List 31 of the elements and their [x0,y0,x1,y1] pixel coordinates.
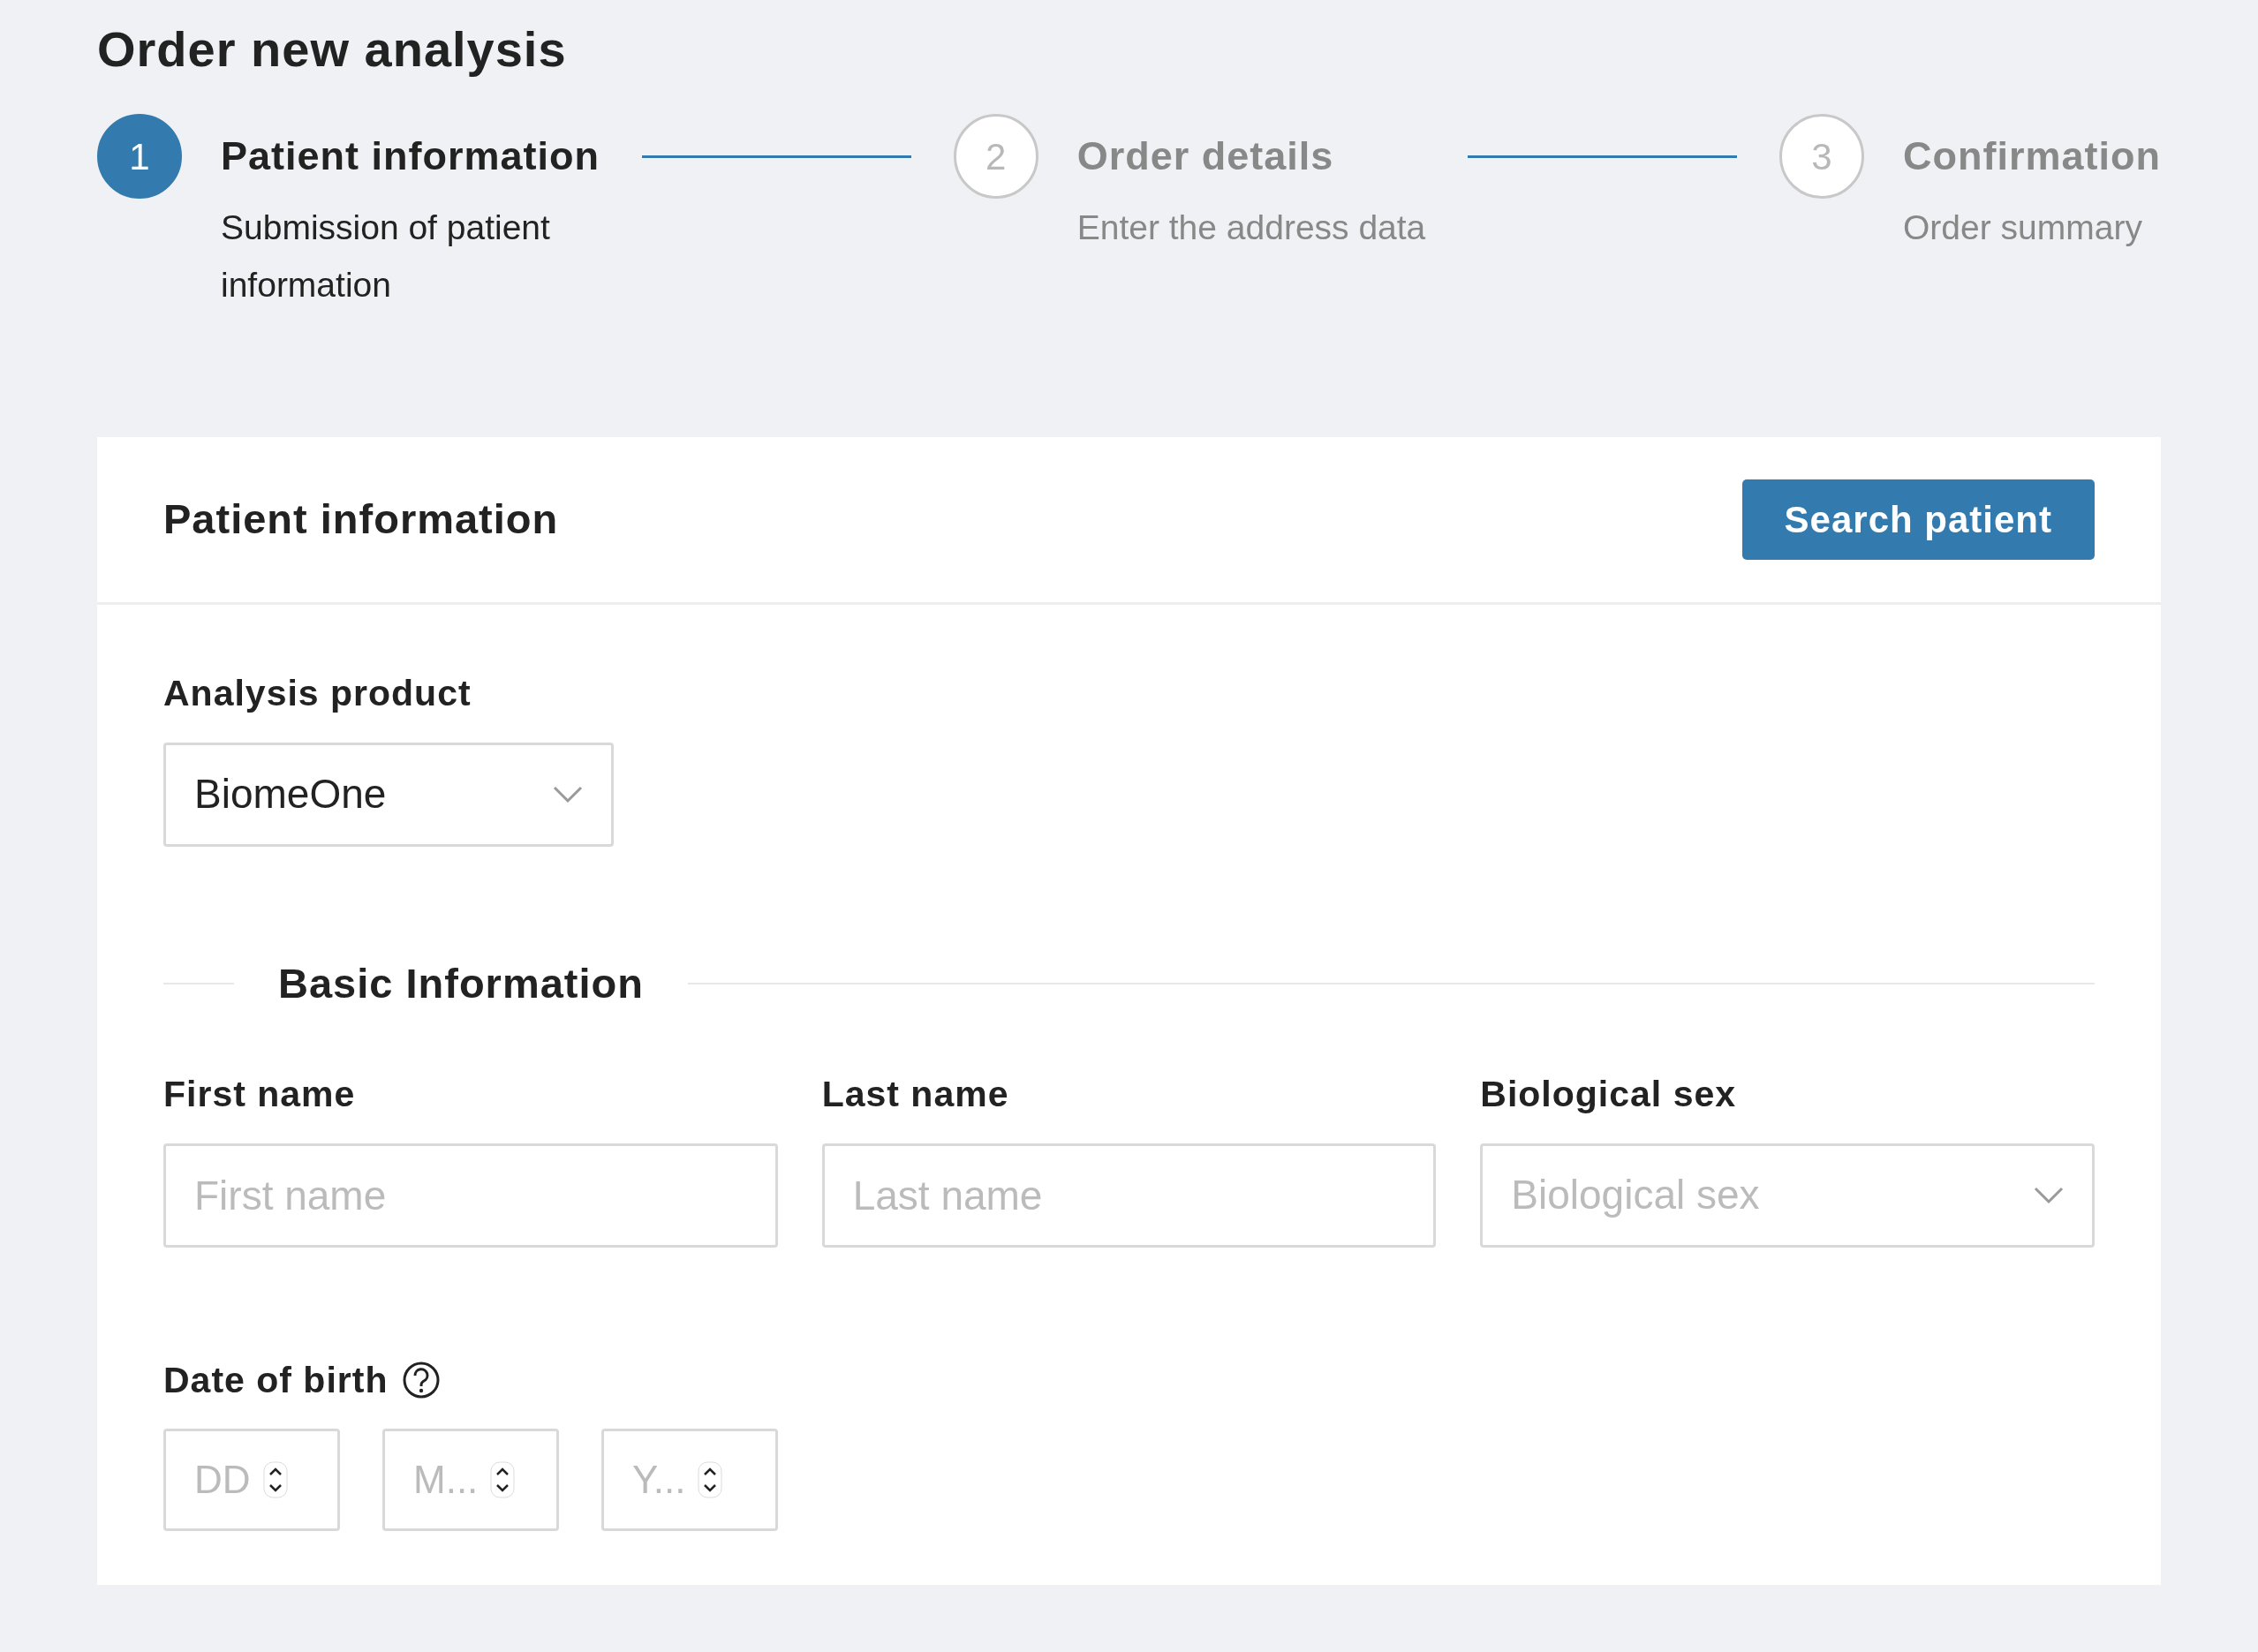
step-number[interactable]: 1 [97,114,182,200]
step-number[interactable]: 3 [1779,114,1864,200]
step-subtitle: Submission of patient information [221,207,551,306]
page-title: Order new analysis [97,20,568,79]
step-subtitle: Order summary [1903,207,2143,249]
card-title: Patient information [163,494,559,545]
help-icon[interactable] [402,1361,442,1400]
input-field[interactable]: Last name [821,1143,1437,1248]
section-title: Basic Information [277,958,645,1008]
step-title: Order details [1076,132,1335,181]
chevron-down-icon [2034,1186,2064,1204]
date-input[interactable]: Y... [601,1429,778,1532]
search-patient-button[interactable]: Search patient [1741,479,2095,561]
spinner-arrows-icon[interactable] [490,1461,516,1499]
step-title: Confirmation [1903,132,2161,181]
product-select[interactable]: BiomeOne [163,742,614,847]
step-subtitle: Enter the address data [1076,207,1426,249]
field-label: Date of birth [163,1358,389,1402]
input-field[interactable]: First name [163,1143,778,1248]
field-label: Last name [821,1073,1010,1117]
date-input[interactable]: M... [382,1429,559,1532]
field-label: Biological sex [1480,1073,1738,1117]
date-input[interactable]: DD [163,1429,340,1532]
field-label: Analysis product [163,672,472,716]
chevron-down-icon [553,785,583,803]
field-label: First name [163,1073,357,1117]
spinner-arrows-icon[interactable] [262,1461,288,1499]
spinner-arrows-icon[interactable] [698,1461,723,1499]
step-title: Patient information [221,132,600,181]
step-number[interactable]: 2 [953,114,1038,200]
sex-select[interactable]: Biological sex [1480,1143,2095,1248]
